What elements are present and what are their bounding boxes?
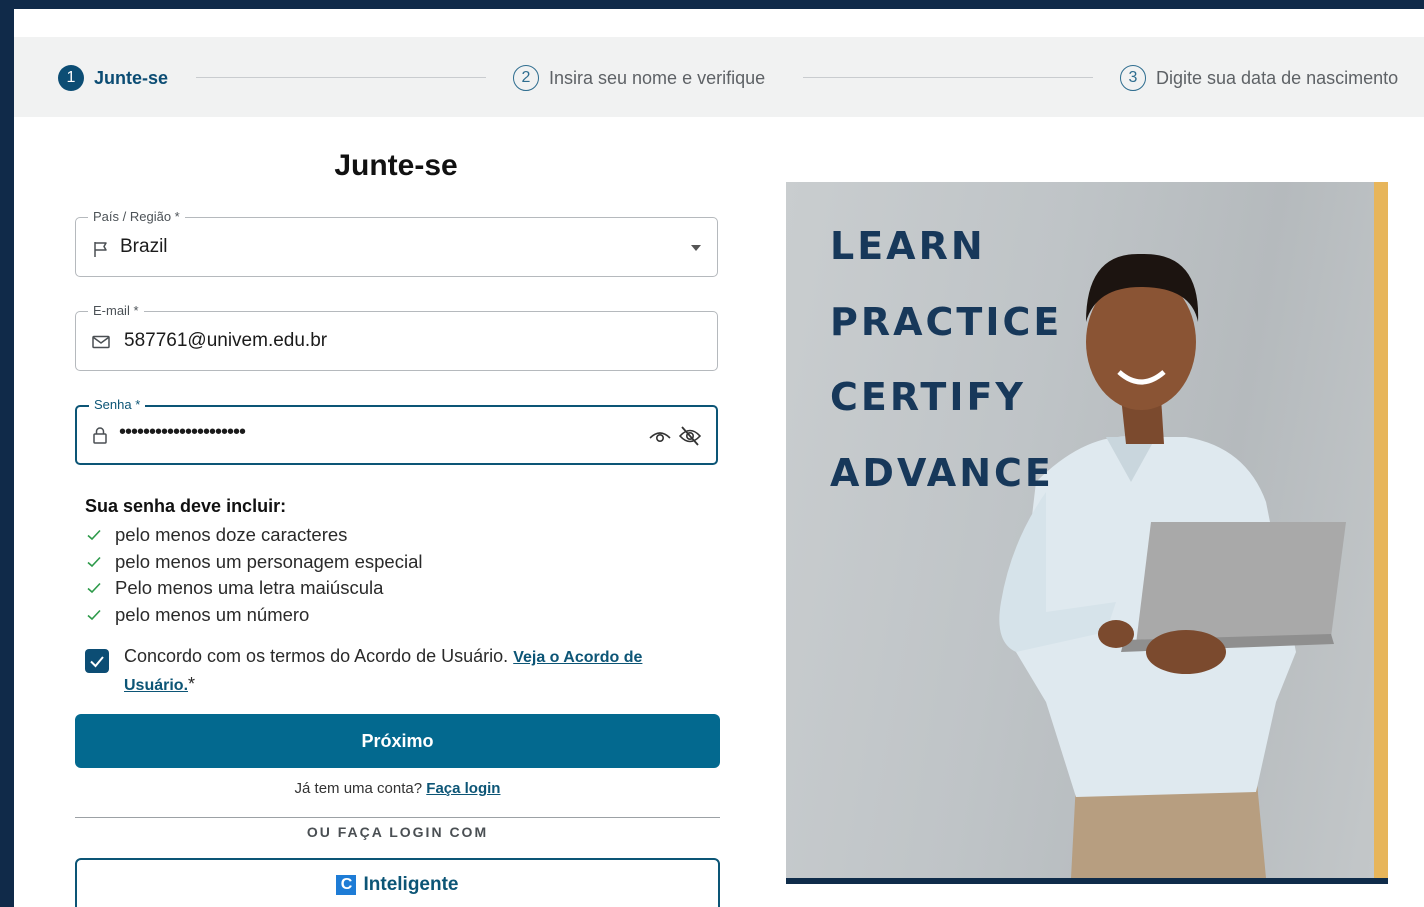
person-with-laptop-illustration <box>999 253 1346 878</box>
password-value: ••••••••••••••••••••• <box>119 421 246 443</box>
promo-accent-bar <box>1374 182 1388 878</box>
agreement-statement: Concordo com os termos do Acordo de Usuá… <box>124 646 509 666</box>
or-login-with-text: OU FAÇA LOGIN COM <box>306 824 489 840</box>
promo-image: LEARN PRACTICE CERTIFY ADVANCE <box>786 182 1374 878</box>
email-label: E-mail * <box>88 303 144 319</box>
page-title: Junte-se <box>334 149 458 182</box>
country-select[interactable]: País / Região * Brazil <box>75 209 718 277</box>
checkmark-icon <box>90 656 104 668</box>
signup-panel: 1 Junte-se 2 Insira seu nome e verifique… <box>14 9 1424 907</box>
check-icon <box>87 556 101 567</box>
requirement-text: pelo menos doze caracteres <box>115 524 348 546</box>
divider <box>75 817 720 818</box>
password-requirements-list: pelo menos doze caracteres pelo menos um… <box>87 522 422 628</box>
step-1: 1 Junte-se <box>58 64 168 92</box>
required-asterisk: * <box>188 674 196 694</box>
step-number: 2 <box>513 65 539 91</box>
next-button[interactable]: Próximo <box>75 714 720 768</box>
check-icon <box>87 530 101 541</box>
requirement-item: pelo menos um número <box>87 602 422 629</box>
promo-word: LEARN <box>830 224 986 268</box>
requirement-item: Pelo menos uma letra maiúscula <box>87 575 422 602</box>
promo-word: PRACTICE <box>830 300 1063 344</box>
promo-word: CERTIFY <box>830 375 1026 419</box>
chevron-down-icon[interactable] <box>691 245 701 251</box>
country-label: País / Região * <box>88 209 185 225</box>
social-logo-icon: C <box>336 875 357 895</box>
requirement-text: pelo menos um personagem especial <box>115 550 423 572</box>
step-number: 1 <box>58 65 84 91</box>
flag-icon <box>94 242 107 257</box>
promo-bottom-bar <box>786 878 1388 884</box>
step-number: 3 <box>1120 65 1146 91</box>
password-requirements-title: Sua senha deve incluir: <box>85 496 287 516</box>
email-field[interactable]: E-mail * 587761@univem.edu.br <box>75 303 718 371</box>
step-2: 2 Insira seu nome e verifique <box>513 64 765 92</box>
password-label: Senha * <box>89 397 146 413</box>
requirement-item: pelo menos um personagem especial <box>87 549 422 576</box>
step-connector <box>803 77 1093 78</box>
login-link[interactable]: Faça login <box>426 780 500 797</box>
lock-icon <box>93 427 107 444</box>
country-value: Brazil <box>120 236 168 257</box>
step-label: Junte-se <box>94 67 169 88</box>
step-label: Insira seu nome e verifique <box>549 67 766 88</box>
login-prompt-line: Já tem uma conta? Faça login <box>14 780 781 797</box>
check-icon <box>87 583 101 594</box>
step-3: 3 Digite sua data de nascimento <box>1120 64 1398 92</box>
agreement-text: Concordo com os termos do Acordo de Usuá… <box>124 643 684 699</box>
social-login-label: Inteligente <box>363 874 459 895</box>
eye-off-icon[interactable] <box>678 425 702 447</box>
login-prompt: Já tem uma conta? <box>294 780 423 797</box>
check-icon <box>87 609 101 620</box>
agreement-checkbox[interactable] <box>85 649 109 673</box>
email-value: 587761@univem.edu.br <box>124 330 328 351</box>
mail-icon <box>92 335 110 349</box>
requirement-text: Pelo menos uma letra maiúscula <box>115 577 384 599</box>
requirement-text: pelo menos um número <box>115 603 310 625</box>
step-label: Digite sua data de nascimento <box>1156 67 1399 88</box>
promo-word: ADVANCE <box>830 451 1054 495</box>
eye-icon[interactable] <box>648 426 672 446</box>
password-field[interactable]: Senha * ••••••••••••••••••••• <box>75 397 718 465</box>
requirement-item: pelo menos doze caracteres <box>87 522 422 549</box>
progress-stepper: 1 Junte-se 2 Insira seu nome e verifique… <box>14 37 1424 117</box>
social-login-button[interactable]: C Inteligente <box>75 858 720 907</box>
step-connector <box>196 77 486 78</box>
